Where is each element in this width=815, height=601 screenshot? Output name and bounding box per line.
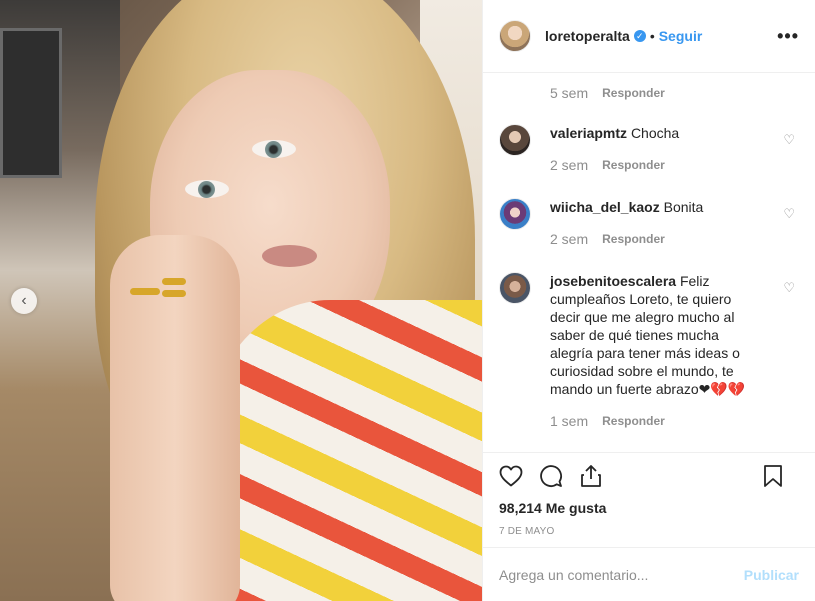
comment-text: Bonita [663, 199, 704, 215]
follow-button[interactable]: Seguir [659, 28, 703, 44]
photo-ring [130, 288, 160, 295]
comment-body: wiicha_del_kaoz Bonita 2 sem Responder [550, 198, 762, 248]
header-separator: • [649, 28, 655, 44]
commenter-username[interactable]: wiicha_del_kaoz [550, 199, 660, 215]
comment-text: Chocha [630, 125, 680, 141]
comments-list[interactable]: 5 sem Responder valeriapmtz Chocha 2 sem… [483, 74, 815, 452]
reply-button[interactable]: Responder [602, 230, 665, 248]
publish-button[interactable]: Publicar [744, 567, 799, 583]
photo-eye-left [185, 180, 229, 198]
comment-item: josebenitoescalera Feliz cumpleaños Lore… [499, 272, 799, 430]
reply-button[interactable]: Responder [602, 156, 665, 174]
bookmark-icon[interactable] [763, 464, 783, 493]
commenter-avatar[interactable] [499, 198, 531, 230]
like-comment-icon[interactable]: ♡ [783, 280, 795, 296]
add-comment-bar: Publicar [483, 547, 815, 601]
heart-icon[interactable] [499, 465, 523, 492]
comment-time[interactable]: 2 sem [550, 230, 588, 248]
commenter-username[interactable]: valeriapmtz [550, 125, 627, 141]
comment-meta: 2 sem Responder [550, 230, 762, 248]
comment-time[interactable]: 2 sem [550, 156, 588, 174]
comment-meta: 2 sem Responder [550, 156, 762, 174]
like-comment-icon[interactable]: ♡ [783, 206, 795, 222]
comment-body: valeriapmtz Chocha 2 sem Responder [550, 124, 762, 174]
post-actions: 98,214 Me gusta 7 DE MAYO [483, 452, 815, 537]
photo-lips [262, 245, 317, 267]
chevron-left-icon: ‹ [21, 292, 27, 309]
photo-ring [162, 278, 186, 285]
photo-striped-shirt [210, 300, 482, 601]
share-icon[interactable] [579, 464, 603, 493]
comment-time[interactable]: 5 sem [550, 85, 588, 101]
photo-ring [162, 290, 186, 297]
comment-item: valeriapmtz Chocha 2 sem Responder ♡ [499, 124, 799, 174]
carousel-prev-button[interactable]: ‹ [11, 288, 37, 314]
photo-eye-right [252, 140, 296, 158]
comment-item: wiicha_del_kaoz Bonita 2 sem Responder ♡ [499, 198, 799, 248]
more-options-icon[interactable]: ••• [777, 26, 799, 47]
post-header: loretoperalta ✓ • Seguir ••• [483, 0, 815, 73]
author-avatar[interactable] [499, 20, 531, 52]
comment-icon[interactable] [539, 464, 563, 493]
likes-count[interactable]: 98,214 Me gusta [499, 500, 799, 516]
reply-button[interactable]: Responder [602, 86, 665, 100]
post-date[interactable]: 7 DE MAYO [499, 526, 799, 537]
comment-time[interactable]: 1 sem [550, 412, 588, 430]
commenter-avatar[interactable] [499, 272, 531, 304]
commenter-username[interactable]: josebenitoescalera [550, 273, 676, 289]
comment-text: Feliz cumpleaños Loreto, te quiero decir… [550, 273, 746, 397]
post-photo[interactable]: ‹ [0, 0, 482, 601]
comment-meta: 5 sem Responder [550, 85, 665, 101]
like-comment-icon[interactable]: ♡ [783, 132, 795, 148]
action-icons [499, 464, 799, 493]
commenter-avatar[interactable] [499, 124, 531, 156]
reply-button[interactable]: Responder [602, 412, 665, 430]
photo-wall-frame [0, 28, 62, 178]
verified-badge-icon: ✓ [633, 30, 646, 42]
author-username[interactable]: loretoperalta [545, 28, 630, 44]
comment-body: josebenitoescalera Feliz cumpleaños Lore… [550, 272, 762, 430]
comment-input[interactable] [499, 566, 744, 583]
post-side-panel: loretoperalta ✓ • Seguir ••• 5 sem Respo… [482, 0, 815, 601]
comment-meta: 1 sem Responder [550, 412, 762, 430]
